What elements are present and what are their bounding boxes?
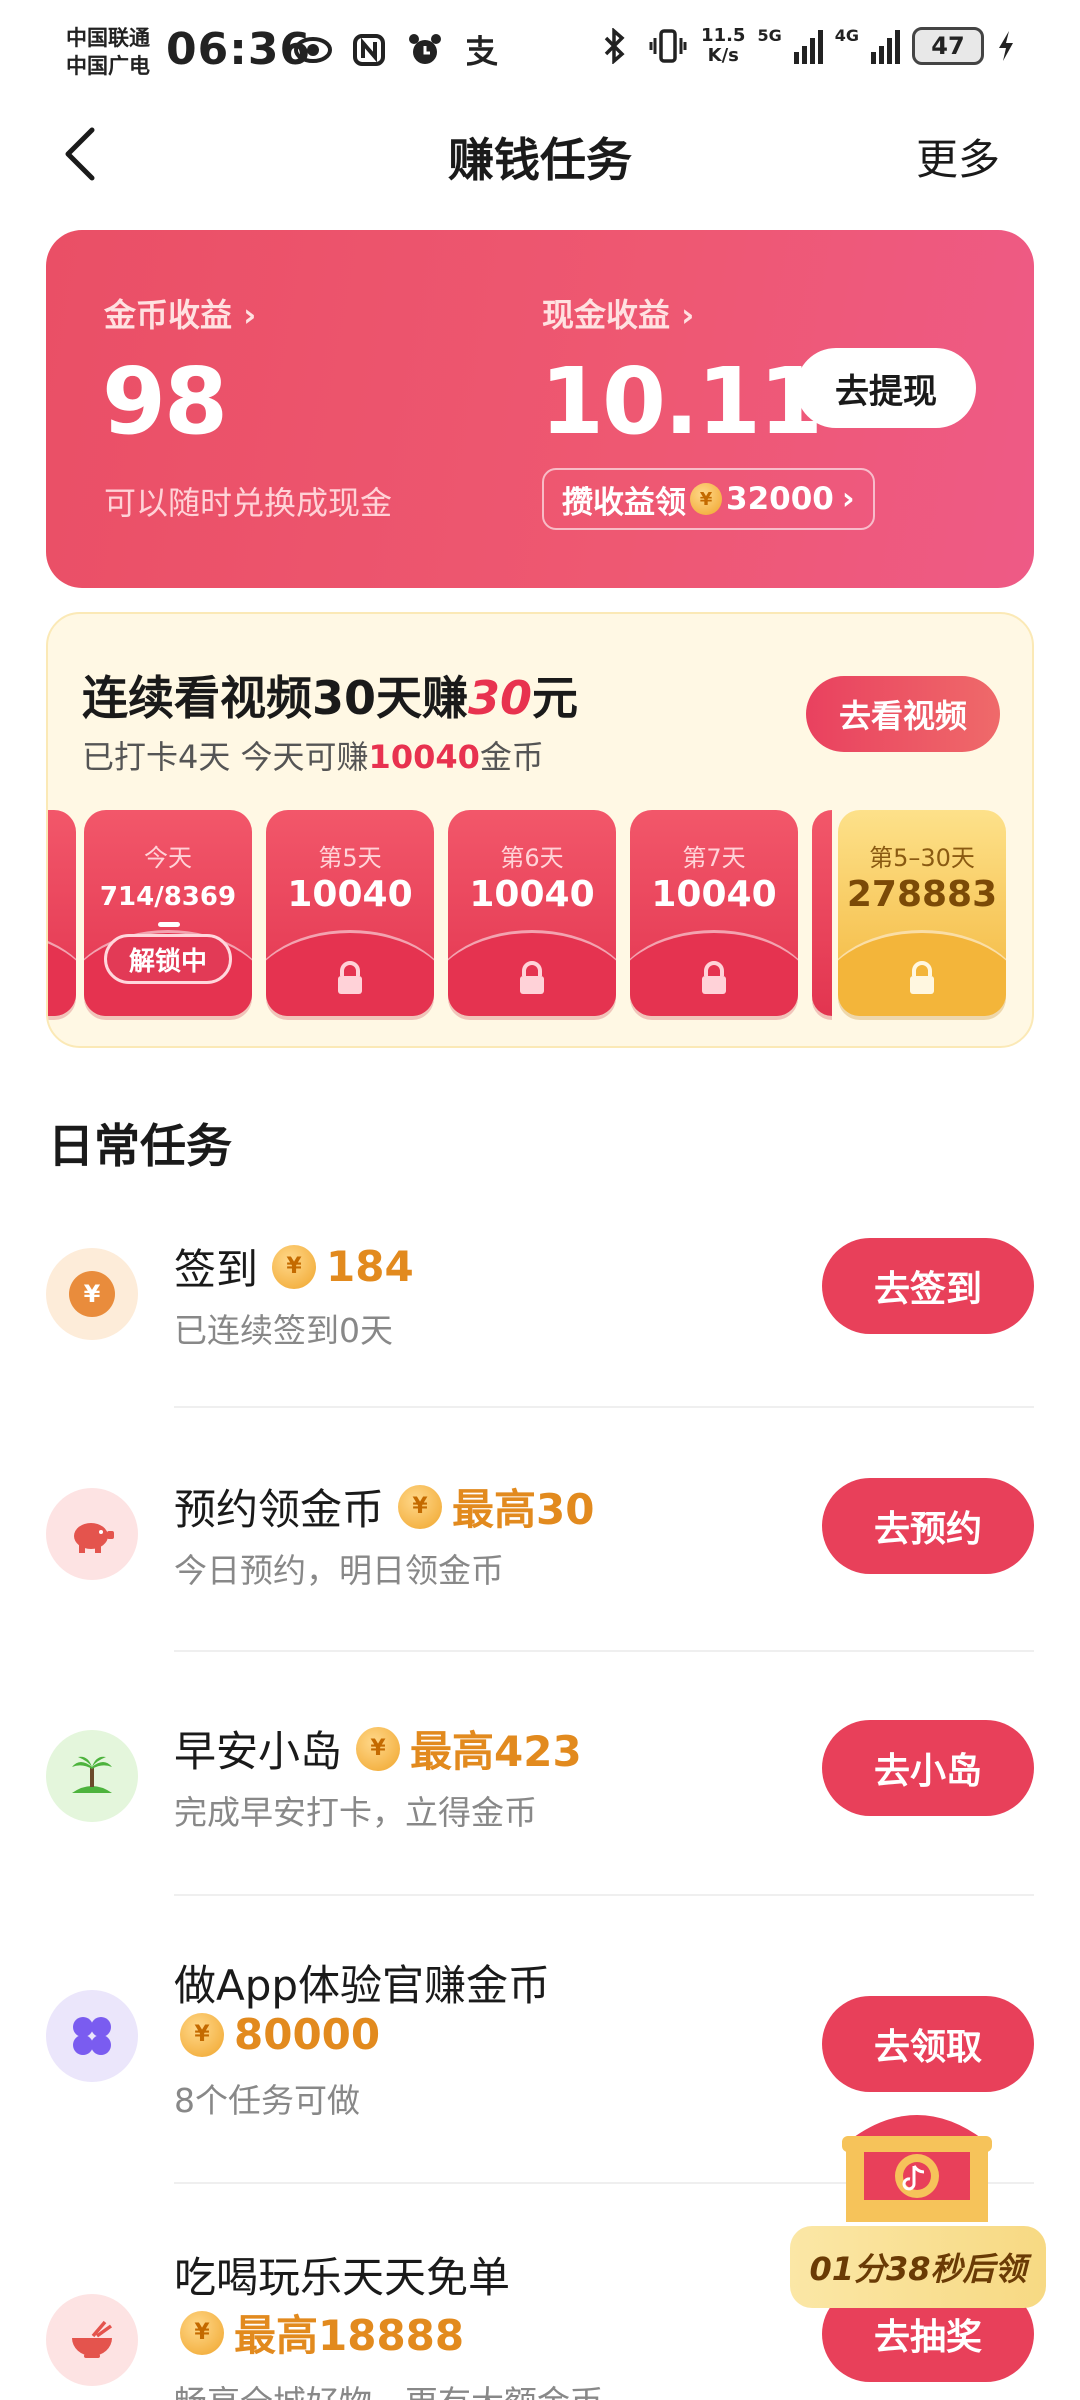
yuan-coin-icon: ¥ xyxy=(46,1248,138,1340)
coin-icon: ¥ xyxy=(180,2310,224,2355)
treasure-chest-icon[interactable] xyxy=(822,2090,1012,2240)
unlocking-badge: 解锁中 xyxy=(104,934,232,984)
carrier-1: 中国联通 xyxy=(66,26,150,50)
coin-earnings-value: 98 xyxy=(102,348,228,455)
eye-icon xyxy=(292,30,334,70)
network-5g-label: 5G xyxy=(757,26,782,45)
streak-day-7[interactable]: 第7天 10040 xyxy=(630,810,798,1016)
signal-icon xyxy=(793,28,823,64)
lock-icon xyxy=(702,961,726,994)
task-name: 早安小岛 xyxy=(174,1727,343,1776)
task-reward: ¥ 最高18888 xyxy=(180,2302,464,2363)
net-speed: 11.5 K/s xyxy=(701,25,746,66)
battery-indicator: 47 xyxy=(912,27,984,65)
task-desc: 畅享全城好物，更有大额金币 xyxy=(174,2376,603,2400)
task-name: 预约领金币 xyxy=(174,1485,385,1534)
task-morning-island: 早安小岛 ¥ 最高423 完成早安打卡，立得金币 去小岛 xyxy=(0,1718,1080,1868)
progress-bar xyxy=(158,922,180,927)
accumulate-reward-link[interactable]: 攒收益领 ¥ 32000 › xyxy=(542,468,875,530)
charging-icon xyxy=(996,26,1016,66)
vibrate-icon xyxy=(647,26,689,66)
streak-day-today[interactable]: 今天 714/8369 解锁中 xyxy=(84,810,252,1016)
streak-day-5[interactable]: 第5天 10040 xyxy=(266,810,434,1016)
chevron-right-icon: › xyxy=(681,296,695,334)
task-desc: 8个任务可做 xyxy=(174,2081,360,2120)
more-button[interactable]: 更多 xyxy=(916,126,1000,187)
task-sign-in: ¥ 签到 ¥184 已连续签到0天 去签到 xyxy=(0,1236,1080,1386)
nfc-icon xyxy=(348,30,390,70)
lock-icon xyxy=(338,961,362,994)
chest-countdown[interactable]: 01分38秒后领 xyxy=(790,2226,1046,2308)
accumulate-amount: 32000 xyxy=(726,481,834,517)
chevron-right-icon: › xyxy=(243,296,257,334)
watch-video-button[interactable]: 去看视频 xyxy=(806,676,1000,752)
streak-title: 连续看视频30天赚30元 xyxy=(82,671,579,725)
lock-icon xyxy=(520,961,544,994)
bowl-icon xyxy=(46,2294,138,2386)
streak-day-divider xyxy=(812,810,832,1016)
streak-subtitle: 已打卡4天 今天可赚10040金币 xyxy=(82,738,544,776)
daily-tasks-title: 日常任务 xyxy=(48,1119,232,1173)
coin-icon: ¥ xyxy=(398,1484,443,1529)
streak-day-previous xyxy=(48,810,76,1016)
island-icon xyxy=(46,1730,138,1822)
reserve-button[interactable]: 去预约 xyxy=(822,1478,1034,1574)
task-desc: 完成早安打卡，立得金币 xyxy=(174,1793,537,1832)
claim-button[interactable]: 去领取 xyxy=(822,1996,1034,2092)
divider xyxy=(174,1894,1034,1896)
cash-earnings-value: 10.11 xyxy=(540,348,823,455)
divider xyxy=(174,1406,1034,1408)
task-reserve-coins: 预约领金币 ¥ 最高30 今日预约，明日领金币 去预约 xyxy=(0,1476,1080,1626)
piggy-bank-icon xyxy=(46,1488,138,1580)
task-name: 签到 xyxy=(174,1245,259,1294)
lock-icon xyxy=(910,961,934,994)
sign-in-button[interactable]: 去签到 xyxy=(822,1238,1034,1334)
network-4g-label: 4G xyxy=(834,26,859,45)
status-icons-right: 11.5 K/s 5G 4G 47 xyxy=(593,26,1016,66)
coin-icon: ¥ xyxy=(272,1244,317,1289)
accumulate-label: 攒收益领 xyxy=(562,484,686,521)
streak-day-5-30[interactable]: 第5–30天 278883 xyxy=(838,810,1006,1016)
task-desc: 今日预约，明日领金币 xyxy=(174,1551,504,1590)
go-island-button[interactable]: 去小岛 xyxy=(822,1720,1034,1816)
task-reward: ¥ 最高30 xyxy=(398,1476,594,1537)
alipay-icon xyxy=(460,30,502,70)
task-name: 吃喝玩乐天天免单 xyxy=(174,2253,511,2302)
status-time: 06:36 xyxy=(166,24,312,75)
status-icons-left xyxy=(292,30,502,70)
bluetooth-icon xyxy=(593,26,635,66)
task-reward: ¥184 xyxy=(272,1242,414,1291)
coin-icon: ¥ xyxy=(180,2012,224,2057)
withdraw-button[interactable]: 去提现 xyxy=(796,348,976,428)
carrier-labels: 中国联通 中国广电 xyxy=(66,24,150,80)
cash-earnings-link[interactable]: 现金收益 › xyxy=(542,290,694,336)
earnings-card: 金币收益 › 98 可以随时兑换成现金 现金收益 › 10.11 去提现 攒收益… xyxy=(46,230,1034,588)
carrier-2: 中国广电 xyxy=(66,54,150,78)
divider xyxy=(174,1650,1034,1652)
task-reward: ¥80000 xyxy=(180,2010,380,2059)
task-desc: 已连续签到0天 xyxy=(174,1311,393,1350)
task-name: 做App体验官赚金币 xyxy=(174,1961,551,2010)
top-nav: 赚钱任务 更多 xyxy=(0,110,1080,198)
coin-earnings-hint: 可以随时兑换成现金 xyxy=(104,484,393,522)
task-reward: ¥ 最高423 xyxy=(356,1718,582,1779)
coin-icon: ¥ xyxy=(356,1726,401,1771)
status-bar: 中国联通 中国广电 06:36 11.5 K/s 5G 4G 47 xyxy=(0,0,1080,100)
streak-day-6[interactable]: 第6天 10040 xyxy=(448,810,616,1016)
chevron-right-icon: › xyxy=(841,481,855,517)
video-streak-card: 连续看视频30天赚30元 已打卡4天 今天可赚10040金币 去看视频 今天 7… xyxy=(46,612,1034,1048)
coin-earnings-link[interactable]: 金币收益 › xyxy=(104,290,256,336)
alarm-icon xyxy=(404,30,446,70)
streak-day-list: 今天 714/8369 解锁中 第5天 10040 第6天 10040 第7天 … xyxy=(48,810,1032,1020)
coin-icon: ¥ xyxy=(690,483,722,515)
clover-icon xyxy=(46,1990,138,2082)
signal-icon-2 xyxy=(871,28,900,64)
